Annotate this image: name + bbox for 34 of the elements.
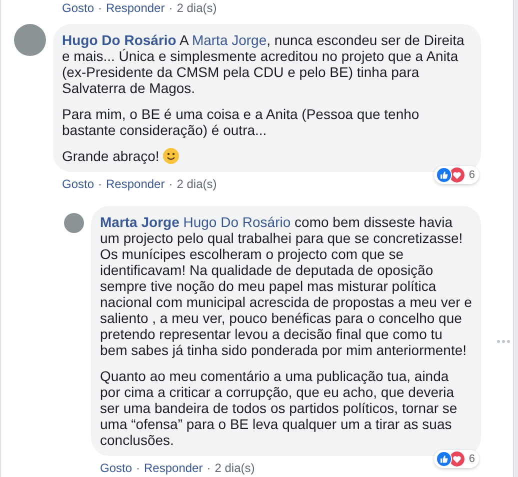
reaction-count: 6 <box>468 168 475 183</box>
more-options-icon[interactable] <box>497 340 510 342</box>
separator-dot: · <box>206 460 211 476</box>
comment-text: Para mim, o BE é uma coisa e a Anita (Pessoa que tenho bastante consideração) é outra... <box>62 106 420 138</box>
separator-dot: · <box>168 176 173 192</box>
comment-text: Marta Jorge Hugo Do Rosário como bem disseste havia um projecto pelo qual trabalhei para que se concretizasse! Os munícipes escolheram o projecto com que se identificavam! Na qualidade de deputada de oposição sempre tive noção do meu papel mas misturar política nacional com municipal acrescida de propostas a meu ver e saliento , a meu ver, pouco benéficas para o concelho que pretendo representar levou a decisão final que como tu bem sabes já tinha sido ponderada por mim anteriormente! <box>100 214 472 358</box>
timestamp[interactable]: 2 dia(s) <box>214 460 255 476</box>
like-love-reactions-icon <box>436 451 466 467</box>
avatar[interactable] <box>14 24 46 56</box>
separator-dot: · <box>98 0 102 16</box>
comment-text: Hugo Do Rosário A Marta Jorge, nunca escondeu ser de Direita e mais... Única e simplesmente acreditou no projeto que a Anita (ex-Presidente da CMSM pela CDU e pelo BE) tinha para Salvaterra de Magos. <box>62 32 466 96</box>
reaction-badge[interactable]: 6 <box>434 166 479 184</box>
separator-dot: · <box>136 460 140 476</box>
reply-link[interactable]: Responder <box>106 0 165 16</box>
comment-text: Grande abraço! <box>62 148 472 164</box>
author-name[interactable]: Marta Jorge <box>100 214 180 230</box>
reply-link[interactable]: Responder <box>106 176 165 192</box>
reply-link[interactable]: Responder <box>144 460 203 476</box>
author-name[interactable]: Hugo Do Rosário <box>62 32 176 48</box>
separator-dot: · <box>168 0 173 16</box>
like-link[interactable]: Gosto <box>100 460 132 476</box>
smiley-emoji-icon <box>163 148 180 164</box>
avatar[interactable] <box>64 213 84 233</box>
separator-dot: · <box>98 176 102 192</box>
timestamp[interactable]: 2 dia(s) <box>176 0 217 16</box>
like-link[interactable]: Gosto <box>62 176 94 192</box>
mention-link[interactable]: Marta Jorge <box>192 32 267 48</box>
like-love-reactions-icon <box>436 167 466 183</box>
mention-link[interactable]: Hugo Do Rosário <box>183 214 291 230</box>
reaction-badge[interactable]: 6 <box>434 450 479 468</box>
comment-text: Quanto ao meu comentário a uma publicação tua, ainda por cima a criticar a corrupção, que eu acho, que deveria ser uma bandeira de todos os partidos políticos, tornar se uma “ofensa” para o BE leva qualquer um a tirar as suas conclusões. <box>100 368 458 448</box>
reaction-count: 6 <box>468 452 475 467</box>
like-link[interactable]: Gosto <box>62 0 94 16</box>
timestamp[interactable]: 2 dia(s) <box>176 176 217 192</box>
